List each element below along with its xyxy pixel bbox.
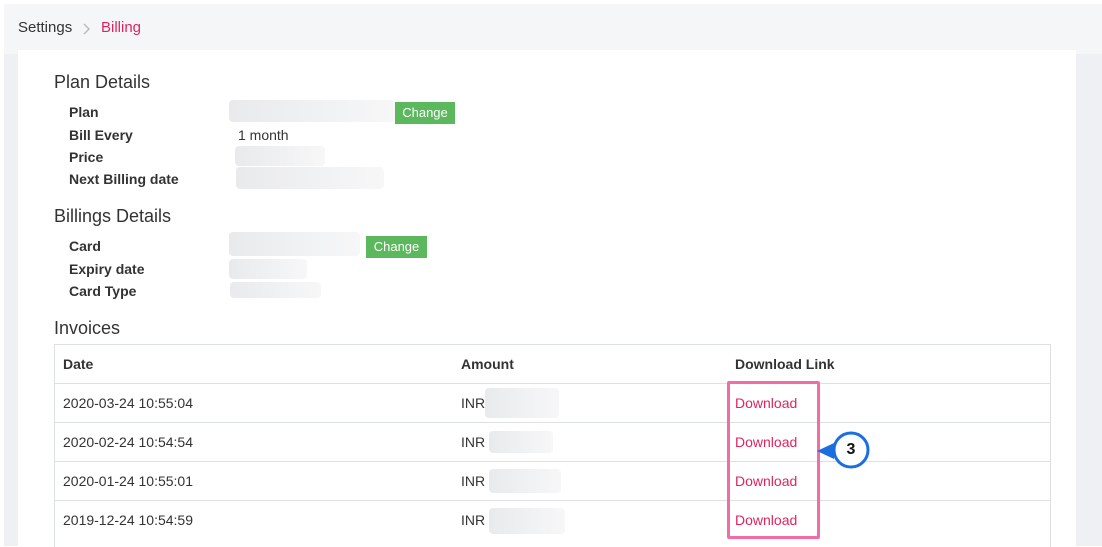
invoice-currency: INR <box>461 512 486 528</box>
download-links-highlight <box>727 381 820 539</box>
table-row: 2020-01-24 10:55:01 INR Download <box>55 461 1050 501</box>
expiry-date-label: Expiry date <box>69 261 145 277</box>
invoice-amount-redacted <box>485 388 559 418</box>
chevron-right-icon <box>83 23 90 35</box>
card-type-label: Card Type <box>69 283 137 299</box>
expiry-date-value-redacted <box>229 259 307 279</box>
breadcrumb: Settings Billing <box>4 4 1102 54</box>
invoice-amount-redacted <box>489 469 561 493</box>
card-label: Card <box>69 238 101 254</box>
price-value-redacted <box>235 146 325 166</box>
invoice-date: 2020-01-24 10:55:01 <box>63 473 193 489</box>
change-card-button[interactable]: Change <box>366 236 427 258</box>
invoice-amount-redacted <box>489 431 553 453</box>
column-header-date: Date <box>63 356 94 372</box>
invoice-currency: INR <box>461 434 486 450</box>
card-value-redacted <box>229 232 360 256</box>
billing-details-title: Billings Details <box>54 206 172 226</box>
table-row: 2020-02-24 10:54:54 INR Download <box>55 422 1050 462</box>
plan-value-redacted <box>229 100 395 122</box>
billing-card: Plan Details Plan Change Bill Every 1 mo… <box>18 50 1076 547</box>
bill-every-value: 1 month <box>238 127 289 143</box>
plan-label: Plan <box>69 104 99 120</box>
next-billing-value-redacted <box>236 167 384 189</box>
plan-details-title: Plan Details <box>54 72 151 92</box>
column-header-download-link: Download Link <box>735 356 835 372</box>
invoice-date: 2020-03-24 10:55:04 <box>63 395 193 411</box>
invoice-date: 2019-12-24 10:54:59 <box>63 512 193 528</box>
invoice-amount-redacted <box>489 508 565 534</box>
change-plan-button[interactable]: Change <box>395 102 455 124</box>
invoices-title: Invoices <box>54 318 121 338</box>
price-label: Price <box>69 149 104 165</box>
card-type-value-redacted <box>230 282 321 298</box>
table-row: 2020-03-24 10:55:04 INR Download <box>55 383 1050 423</box>
invoice-currency: INR <box>461 395 486 411</box>
table-row: 2019-12-24 10:54:59 INR Download <box>55 500 1050 540</box>
breadcrumb-billing-current: Billing <box>101 19 142 36</box>
column-header-amount: Amount <box>461 356 514 372</box>
invoices-table: Date Amount Download Link 2020-03-24 10:… <box>54 344 1051 547</box>
bill-every-label: Bill Every <box>69 127 133 143</box>
step-number: 3 <box>846 441 856 458</box>
next-billing-label: Next Billing date <box>69 171 179 187</box>
breadcrumb-settings-link[interactable]: Settings <box>18 19 72 36</box>
invoice-date: 2020-02-24 10:54:54 <box>63 434 193 450</box>
invoice-currency: INR <box>461 473 486 489</box>
